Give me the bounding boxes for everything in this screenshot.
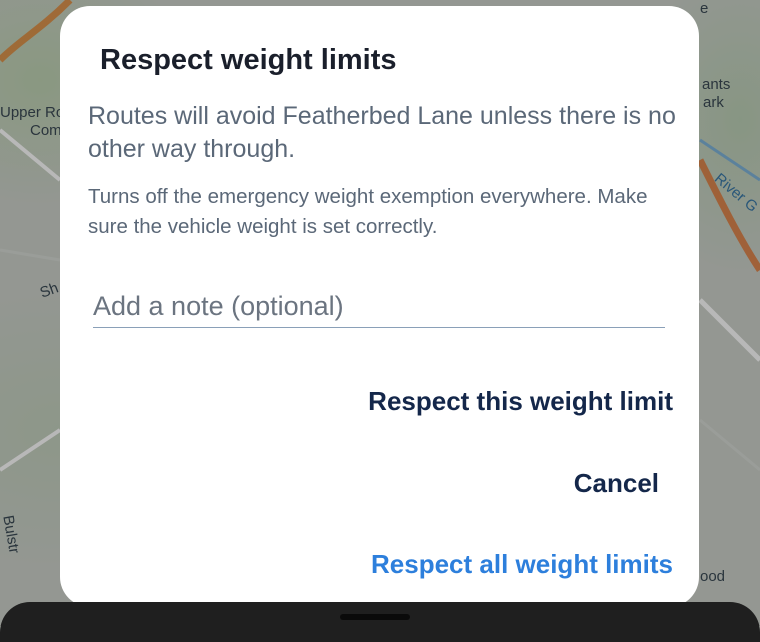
system-navigation-bar [0, 602, 760, 642]
gesture-handle[interactable] [340, 614, 410, 620]
dialog-body-text: Routes will avoid Featherbed Lane unless… [88, 102, 676, 163]
dialog-title: Respect weight limits [100, 44, 397, 76]
dialog-hint-text: Turns off the emergency weight exemption… [88, 185, 648, 238]
respect-all-limits-button[interactable]: Respect all weight limits [371, 549, 673, 580]
respect-this-limit-button[interactable]: Respect this weight limit [368, 386, 673, 417]
note-input[interactable] [93, 285, 665, 328]
cancel-button[interactable]: Cancel [574, 468, 659, 499]
weight-limit-dialog: Respect weight limits Routes will avoid … [60, 6, 699, 607]
